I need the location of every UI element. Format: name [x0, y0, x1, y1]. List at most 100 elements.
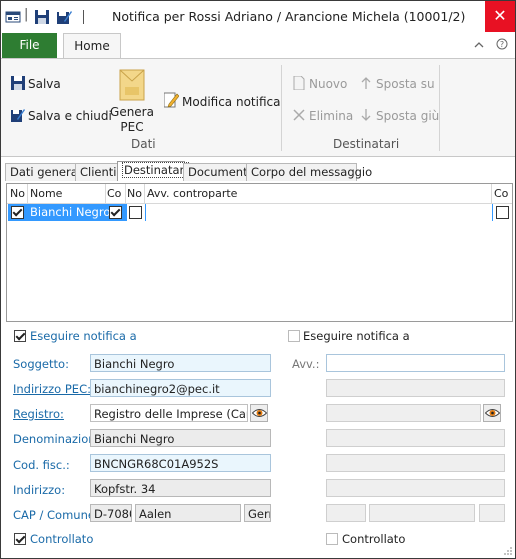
lawyer-country-field[interactable]	[479, 504, 505, 522]
column-divider[interactable]	[27, 184, 28, 203]
tab-home[interactable]: Home	[63, 33, 121, 58]
tax-code-label: Cod. fisc.:	[13, 458, 70, 472]
generate-pec-label-2: PEC	[120, 120, 144, 134]
row-lawyer-controlled-checkbox[interactable]	[496, 206, 509, 219]
move-up-label: Sposta su	[376, 77, 435, 91]
lawyer-tax-code-field[interactable]	[326, 454, 505, 472]
new-label: Nuovo	[309, 77, 348, 91]
table-row[interactable]: Bianchi Negro	[8, 204, 511, 221]
page-tabs: Dati generali Clienti Destinatari Docume…	[1, 161, 515, 181]
arrow-up-icon	[361, 77, 371, 89]
edit-notification-button[interactable]: Modifica notifica	[164, 92, 280, 109]
title-separator	[83, 10, 84, 24]
column-divider[interactable]	[105, 184, 106, 203]
cap-city-label: CAP / Comune:	[13, 508, 99, 522]
address-field[interactable]: Kopfstr. 34	[90, 479, 271, 497]
new-button[interactable]: Nuovo	[292, 76, 347, 91]
notify-lawyer-checkbox[interactable]	[288, 330, 300, 342]
country-field[interactable]: Germ	[244, 504, 271, 522]
window-title: Notifica per Rossi Adriano / Arancione M…	[112, 9, 466, 24]
tab-message-body[interactable]: Corpo del messaggio	[246, 163, 372, 181]
group-separator-end	[439, 65, 440, 151]
delete-button[interactable]: Elimina	[292, 108, 353, 123]
lawyer-city-field[interactable]	[369, 504, 475, 522]
row-notify-checkbox[interactable]	[11, 206, 24, 219]
row-controlled-checkbox[interactable]	[109, 206, 122, 219]
tab-file[interactable]: File	[2, 33, 57, 58]
generate-pec-button[interactable]: Genera PEC	[109, 67, 155, 137]
column-divider[interactable]	[144, 184, 145, 203]
notify-recipient-checkbox[interactable]	[14, 330, 26, 342]
subject-label: Soggetto:	[13, 357, 69, 371]
save-label: Salva	[28, 77, 61, 91]
notify-recipient-label: Eseguire notifica a	[30, 329, 137, 343]
column-header-lawyer-controlled[interactable]: Co	[494, 187, 510, 200]
move-down-label: Sposta giù	[376, 109, 440, 123]
row-opposing-lawyer-cell[interactable]	[145, 204, 492, 221]
lawyer-cap-field[interactable]	[326, 504, 366, 522]
column-header-notify[interactable]: No	[10, 187, 26, 200]
pec-address-link[interactable]: Indirizzo PEC:	[13, 382, 91, 396]
lawyer-registry-lookup-button[interactable]	[483, 404, 501, 422]
save-button[interactable]: Salva	[11, 76, 61, 91]
menu-separator-icon: |	[24, 7, 29, 22]
row-notify-lawyer-checkbox[interactable]	[129, 206, 142, 219]
move-down-button[interactable]: Sposta giù	[359, 108, 439, 123]
quick-save-close-icon[interactable]	[56, 9, 72, 25]
row-lawyer-controlled-cell	[492, 204, 511, 221]
tab-documents[interactable]: Documenti	[183, 163, 251, 181]
registry-link[interactable]: Registro:	[13, 407, 64, 421]
row-notify-lawyer-cell	[126, 204, 145, 221]
group-separator	[281, 65, 282, 151]
column-header-opposing-lawyer[interactable]: Avv. controparte	[147, 187, 487, 200]
save-close-button[interactable]: Salva e chiudi	[11, 108, 112, 123]
resize-grip-icon[interactable]	[503, 546, 513, 556]
subject-field[interactable]: Bianchi Negro	[90, 354, 271, 372]
column-divider[interactable]	[125, 184, 126, 203]
eye-icon	[485, 409, 500, 417]
column-divider[interactable]	[491, 184, 492, 203]
column-header-notify-lawyer[interactable]: No	[127, 187, 143, 200]
column-header-name[interactable]: Nome	[30, 187, 104, 200]
move-up-button[interactable]: Sposta su	[359, 76, 435, 91]
lawyer-name-field[interactable]	[326, 429, 505, 447]
arrow-down-icon	[361, 109, 371, 121]
notification-window: | Notifica per Rossi Adriano / Arancione…	[0, 0, 516, 559]
registry-lookup-button[interactable]	[250, 404, 268, 422]
city-field[interactable]: Aalen	[135, 504, 241, 522]
close-button[interactable]: ✕	[485, 1, 515, 32]
registry-field[interactable]: Registro delle Imprese (Camera	[90, 404, 248, 422]
save-close-icon	[11, 109, 25, 122]
notify-lawyer-label: Eseguire notifica a	[303, 329, 410, 343]
envelope-icon	[119, 69, 145, 101]
lawyer-address-field[interactable]	[326, 479, 505, 497]
chevron-up-icon[interactable]	[474, 40, 484, 50]
tax-code-field[interactable]: BNCNGR68C01A952S	[90, 454, 271, 472]
cap-field[interactable]: D-7080	[90, 504, 132, 522]
app-icon	[5, 11, 21, 23]
lawyer-label: Avv.:	[292, 357, 320, 371]
controlled-checkbox[interactable]	[14, 533, 26, 545]
lawyer-controlled-checkbox[interactable]	[326, 533, 338, 545]
svg-text:?: ?	[500, 40, 504, 49]
column-header-controlled[interactable]: Co	[107, 187, 123, 200]
edit-notification-label: Modifica notifica	[182, 95, 281, 109]
save-close-label: Salva e chiudi	[28, 109, 112, 123]
row-name: Bianchi Negro	[30, 205, 111, 219]
lawyer-registry-field[interactable]	[326, 404, 481, 422]
save-icon	[11, 76, 25, 90]
group-label-recipients: Destinatari	[333, 137, 400, 151]
tab-recipients[interactable]: Destinatari	[117, 161, 190, 181]
name-field[interactable]: Bianchi Negro	[90, 429, 271, 447]
delete-label: Elimina	[309, 109, 354, 123]
ribbon-tabs: File Home ?	[1, 32, 515, 58]
tab-general-data[interactable]: Dati generali	[5, 163, 84, 181]
lawyer-field[interactable]	[326, 354, 505, 372]
generate-pec-label-1: Genera	[110, 105, 154, 119]
help-icon[interactable]: ?	[496, 38, 508, 50]
tab-clients[interactable]: Clienti	[75, 163, 119, 181]
lawyer-pec-field[interactable]	[326, 379, 505, 397]
pec-address-field[interactable]: bianchinegro2@pec.it	[90, 379, 271, 397]
quick-save-icon[interactable]	[34, 9, 50, 25]
tab-recipients-label: Destinatari	[122, 162, 190, 178]
